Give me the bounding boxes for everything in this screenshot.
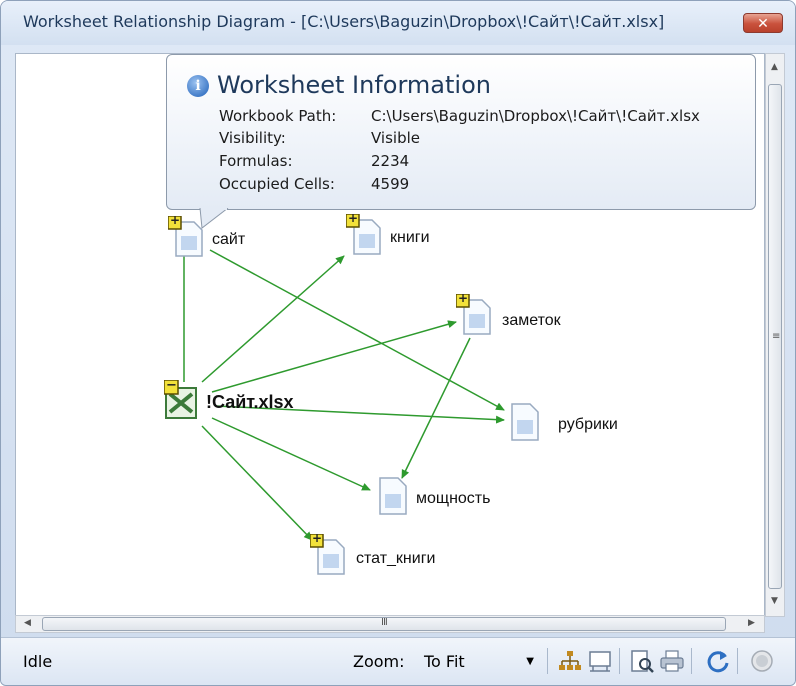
close-button[interactable]: ✕ [743, 13, 783, 33]
tooltip-key: Visibility: [219, 129, 286, 147]
node-sheet-knigi[interactable]: + книги [346, 211, 466, 256]
sheet-expand-toggle[interactable]: + [170, 213, 180, 227]
sheet-label-knigi: книги [390, 229, 430, 246]
print-preview-icon[interactable] [629, 648, 655, 674]
scroll-left-icon[interactable]: ◀ [24, 618, 31, 628]
tooltip-value: C:\Users\Baguzin\Dropbox\!Сайт\!Сайт.xls… [371, 107, 700, 125]
print-layout-icon[interactable] [587, 648, 613, 674]
sheet-expand-toggle[interactable]: + [348, 211, 358, 225]
scroll-up-icon[interactable]: ▲ [771, 62, 778, 72]
node-sheet-zametok[interactable]: + заметок [456, 291, 596, 336]
sheet-expand-toggle[interactable]: + [312, 531, 322, 545]
sheet-expand-toggle[interactable]: + [458, 291, 468, 305]
zoom-select[interactable]: To Fit ▼ [415, 647, 541, 675]
node-sheet-rubriki[interactable]: рубрики [504, 400, 654, 442]
tooltip-value: 4599 [371, 175, 410, 193]
toolbar-separator [737, 648, 738, 674]
zoom-value: To Fit [424, 652, 465, 671]
scroll-right-icon[interactable]: ▶ [748, 618, 755, 628]
zoom-label: Zoom: [353, 652, 405, 671]
node-sheet-moshchnost[interactable]: мощность [372, 474, 532, 516]
diagram-canvas[interactable]: − !Сайт.xlsx + сайт + книги + заметок ру… [15, 53, 765, 617]
grip-icon: III [381, 617, 388, 628]
tooltip-key: Formulas: [219, 152, 293, 170]
edge-root-stat [201, 425, 313, 541]
diagram-window: Worksheet Relationship Diagram - [C:\Use… [0, 0, 796, 686]
worksheet-icon [511, 403, 539, 441]
status-bar: Idle Zoom: To Fit ▼ [1, 637, 795, 685]
worksheet-icon [379, 477, 407, 515]
node-root-workbook[interactable]: − !Сайт.xlsx [164, 378, 424, 420]
horizontal-scroll-thumb[interactable]: III [42, 617, 726, 631]
scroll-down-icon[interactable]: ▼ [771, 596, 778, 606]
tooltip-key: Workbook Path: [219, 107, 337, 125]
node-sheet-stat-knigi[interactable]: + стат_книги [310, 531, 480, 576]
tooltip-tail [199, 208, 229, 229]
root-collapse-toggle[interactable]: − [166, 378, 177, 393]
sheet-label-stat-knigi: стат_книги [356, 550, 436, 567]
hierarchy-layout-icon[interactable] [557, 648, 583, 674]
horizontal-scrollbar[interactable]: ◀ III ▶ [15, 615, 765, 633]
vertical-scrollbar[interactable]: ▲ ≡ ▼ [765, 53, 785, 617]
edge-root-knigi [201, 255, 345, 383]
sheet-label-rubriki: рубрики [558, 416, 618, 433]
toolbar-separator [691, 648, 692, 674]
status-text: Idle [23, 652, 53, 671]
tooltip-title: Worksheet Information [217, 71, 491, 99]
info-icon: i [187, 75, 209, 97]
root-label: !Сайт.xlsx [206, 392, 294, 412]
sheet-label-moshchnost: мощность [416, 490, 491, 507]
print-icon[interactable] [659, 648, 685, 674]
window-title: Worksheet Relationship Diagram - [C:\Use… [23, 12, 665, 31]
tooltip-value: Visible [371, 129, 420, 147]
vertical-scroll-thumb[interactable]: ≡ [768, 84, 782, 589]
edge-root-moshchnost [211, 417, 371, 491]
toolbar-separator [547, 648, 548, 674]
chevron-down-icon[interactable]: ▼ [526, 648, 534, 676]
refresh-icon[interactable] [705, 648, 731, 674]
sheet-label-sait: сайт [212, 231, 246, 248]
sheet-label-zametok: заметок [502, 312, 561, 329]
tooltip-key: Occupied Cells: [219, 175, 335, 193]
grip-icon: ≡ [772, 331, 781, 342]
tooltip-value: 2234 [371, 152, 410, 170]
worksheet-info-tooltip: i Worksheet Information Workbook Path: C… [166, 54, 756, 210]
toolbar-separator [619, 648, 620, 674]
title-bar: Worksheet Relationship Diagram - [C:\Use… [1, 1, 795, 45]
stop-icon[interactable] [749, 648, 775, 674]
